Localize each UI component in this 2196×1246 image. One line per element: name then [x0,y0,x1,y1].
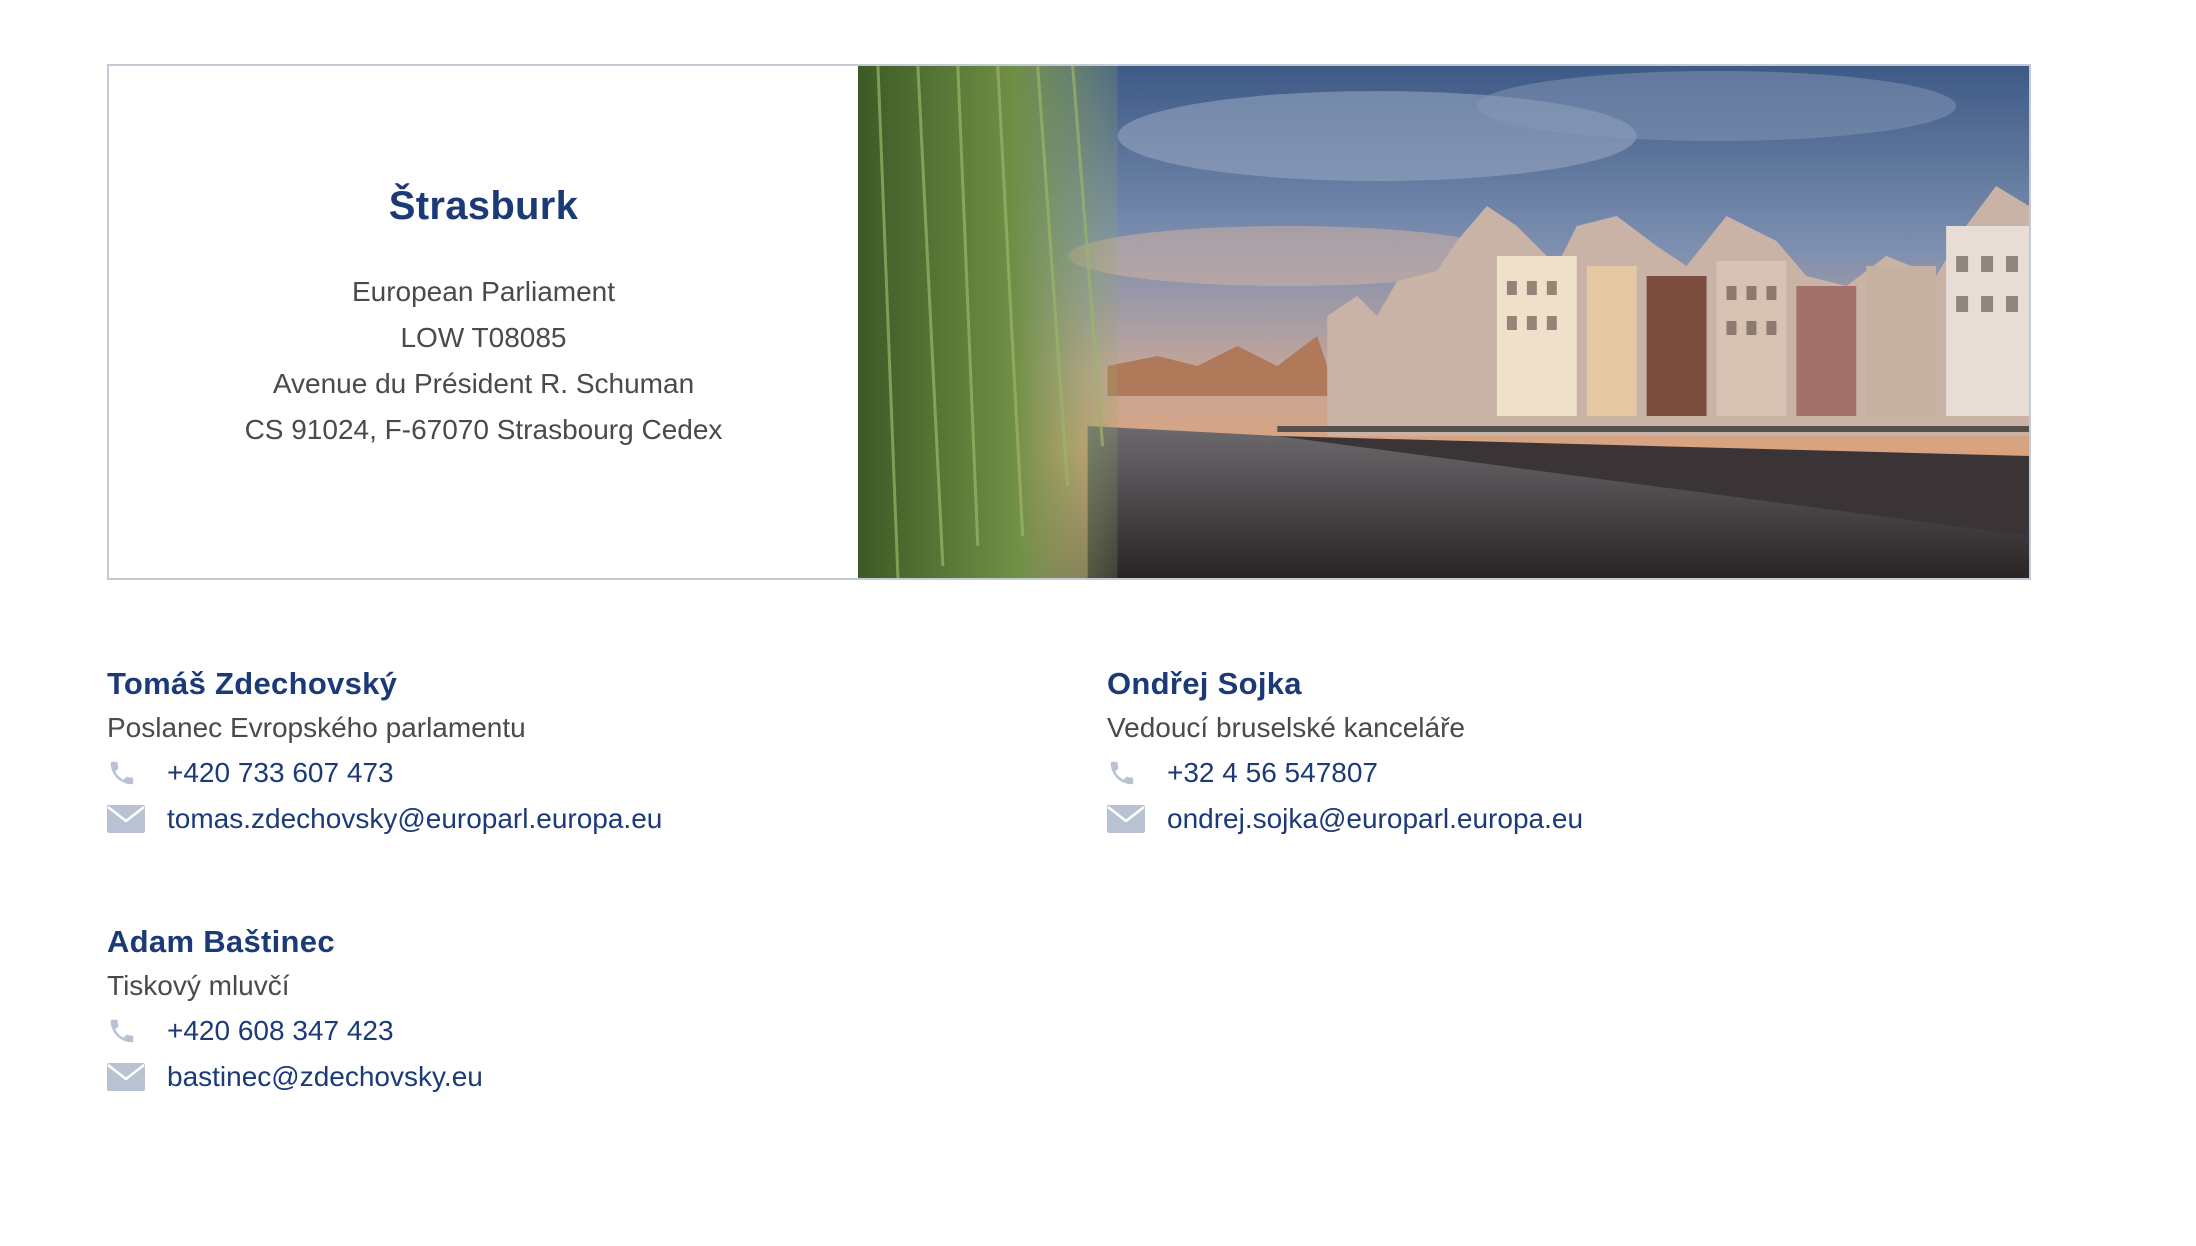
office-card: Štrasburk European Parliament LOW T08085… [107,64,2031,580]
contact-name: Adam Baštinec [107,924,335,959]
office-city-title: Štrasburk [388,183,579,228]
contact-email-link[interactable]: ondrej.sojka@europarl.europa.eu [1167,796,1583,842]
contact-name: Tomáš Zdechovský [107,666,398,701]
contact-email-row: ondrej.sojka@europarl.europa.eu [1107,796,1583,842]
contact-email-link[interactable]: tomas.zdechovsky@europarl.europa.eu [167,796,662,842]
envelope-icon [107,803,147,835]
office-address-line: European Parliament [351,275,616,307]
contact-page: Štrasburk European Parliament LOW T08085… [0,0,2196,1246]
contact-email-link[interactable]: bastinec@zdechovsky.eu [167,1054,483,1100]
contact-card: Adam Baštinec Tiskový mluvčí +420 608 34… [107,920,483,1100]
contact-card: Ondřej Sojka Vedoucí bruselské kanceláře… [1107,662,1583,842]
contact-phone-row: +420 733 607 473 [107,750,662,796]
envelope-icon [107,1061,147,1093]
contact-phone-link[interactable]: +420 608 347 423 [167,1008,394,1054]
envelope-icon [1107,803,1147,835]
contact-card: Tomáš Zdechovský Poslanec Evropského par… [107,662,662,842]
contact-phone-row: +32 4 56 547807 [1107,750,1583,796]
office-address-line: LOW T08085 [400,321,567,353]
phone-icon [107,1015,147,1047]
contact-phone-link[interactable]: +32 4 56 547807 [1167,750,1378,796]
contact-role: Poslanec Evropského parlamentu [107,712,526,743]
contact-email-row: bastinec@zdechovsky.eu [107,1054,483,1100]
strasbourg-canal-photo [858,66,2029,578]
contact-email-row: tomas.zdechovsky@europarl.europa.eu [107,796,662,842]
phone-icon [1107,757,1147,789]
contact-role: Tiskový mluvčí [107,970,290,1001]
office-address-line: Avenue du Président R. Schuman [272,367,695,399]
office-address-line: CS 91024, F-67070 Strasbourg Cedex [244,413,723,445]
contact-phone-link[interactable]: +420 733 607 473 [167,750,394,796]
office-info: Štrasburk European Parliament LOW T08085… [109,66,858,578]
phone-icon [107,757,147,789]
contact-name: Ondřej Sojka [1107,666,1302,701]
contact-phone-row: +420 608 347 423 [107,1008,483,1054]
contact-role: Vedoucí bruselské kanceláře [1107,712,1465,743]
